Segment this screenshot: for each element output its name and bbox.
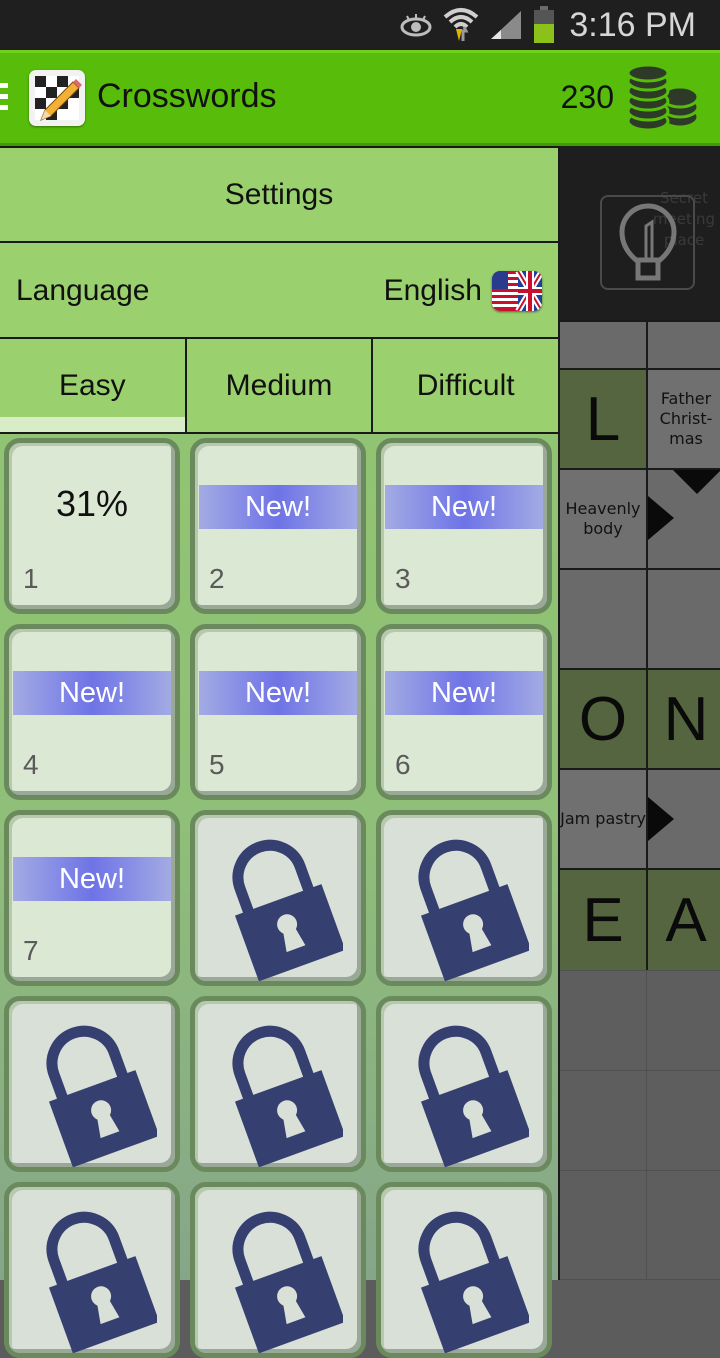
new-badge: New! bbox=[385, 485, 543, 529]
puzzle-cell[interactable] bbox=[646, 568, 720, 670]
lock-icon bbox=[37, 1019, 160, 1167]
clue-cell[interactable]: Heavenly body bbox=[558, 468, 648, 570]
puzzle-tile-locked[interactable] bbox=[190, 996, 366, 1172]
coin-stack-icon[interactable] bbox=[626, 65, 702, 131]
puzzle-cell[interactable] bbox=[646, 970, 720, 1072]
hint-button[interactable] bbox=[600, 195, 695, 290]
puzzle-cell[interactable] bbox=[558, 1170, 648, 1280]
puzzle-cell[interactable] bbox=[646, 320, 720, 370]
puzzle-tile-6[interactable]: New! 6 bbox=[376, 624, 552, 800]
difficulty-tabs: Easy Medium Difficult bbox=[0, 337, 558, 434]
crossword-logo-icon[interactable] bbox=[29, 70, 85, 126]
lock-icon bbox=[409, 833, 532, 981]
puzzle-tile-locked[interactable] bbox=[4, 1182, 180, 1358]
puzzle-cell[interactable] bbox=[558, 568, 648, 670]
new-badge: New! bbox=[199, 485, 357, 529]
new-badge: New! bbox=[13, 671, 171, 715]
battery-icon bbox=[534, 6, 555, 43]
puzzle-number: 4 bbox=[23, 749, 39, 780]
puzzle-cell-solved[interactable]: N bbox=[646, 668, 720, 770]
app-title: Crosswords bbox=[97, 77, 277, 115]
puzzle-tile-locked[interactable] bbox=[376, 996, 552, 1172]
puzzle-tile-2[interactable]: New! 2 bbox=[190, 438, 366, 614]
hamburger-icon[interactable] bbox=[0, 83, 10, 113]
language-value: English bbox=[383, 273, 482, 307]
clue-cell[interactable]: Jam pastry bbox=[558, 768, 648, 870]
puzzle-tile-1[interactable]: 31% 1 bbox=[4, 438, 180, 614]
status-time: 3:16 PM bbox=[569, 5, 696, 44]
tab-difficult-label: Difficult bbox=[416, 368, 515, 402]
puzzle-tile-locked[interactable] bbox=[376, 810, 552, 986]
puzzle-cell[interactable] bbox=[558, 1070, 648, 1172]
wifi-icon bbox=[444, 8, 479, 41]
arrow-right-icon bbox=[648, 496, 674, 540]
us-uk-flag-icon bbox=[492, 270, 542, 311]
puzzle-cell-solved[interactable]: A bbox=[646, 868, 720, 972]
signal-icon bbox=[491, 11, 522, 39]
eye-icon bbox=[400, 14, 432, 37]
tab-easy[interactable]: Easy bbox=[0, 339, 187, 432]
arrow-down-icon bbox=[673, 470, 720, 494]
lock-icon bbox=[37, 1205, 160, 1353]
language-label: Language bbox=[16, 273, 150, 307]
new-badge: New! bbox=[13, 857, 171, 901]
lightbulb-icon bbox=[618, 203, 677, 280]
puzzle-number: 7 bbox=[23, 935, 39, 966]
puzzle-number: 5 bbox=[209, 749, 225, 780]
status-bar: 3:16 PM bbox=[0, 0, 720, 50]
puzzle-number: 1 bbox=[23, 563, 39, 594]
puzzle-cell-solved[interactable]: E bbox=[558, 868, 648, 972]
puzzle-cell[interactable] bbox=[558, 970, 648, 1072]
puzzle-tile-3[interactable]: New! 3 bbox=[376, 438, 552, 614]
clue-cell[interactable]: Father Christ- mas bbox=[646, 368, 720, 470]
tab-medium-label: Medium bbox=[225, 368, 333, 402]
puzzle-cell-solved[interactable]: L bbox=[558, 368, 648, 470]
new-badge: New! bbox=[199, 671, 357, 715]
puzzle-cell[interactable] bbox=[558, 320, 648, 370]
puzzle-number: 2 bbox=[209, 563, 225, 594]
lock-icon bbox=[409, 1019, 532, 1167]
navigation-drawer: Settings Language English Easy Medium Di… bbox=[0, 146, 560, 1358]
lock-icon bbox=[223, 1019, 346, 1167]
lock-icon bbox=[409, 1205, 532, 1353]
puzzle-tile-locked[interactable] bbox=[190, 810, 366, 986]
arrow-right-icon bbox=[648, 797, 674, 841]
tab-difficult[interactable]: Difficult bbox=[373, 339, 558, 432]
app-bar: Crosswords 230 bbox=[0, 50, 720, 146]
tab-medium[interactable]: Medium bbox=[187, 339, 374, 432]
coins-count: 230 bbox=[560, 79, 614, 115]
puzzle-tile-4[interactable]: New! 4 bbox=[4, 624, 180, 800]
lock-icon bbox=[223, 833, 346, 981]
puzzle-tile-locked[interactable] bbox=[376, 1182, 552, 1358]
puzzle-tile-7[interactable]: New! 7 bbox=[4, 810, 180, 986]
puzzle-number: 3 bbox=[395, 563, 411, 594]
progress-percent: 31% bbox=[55, 483, 129, 524]
selected-tab-indicator bbox=[0, 417, 185, 432]
settings-label: Settings bbox=[224, 178, 334, 211]
puzzle-cell[interactable] bbox=[646, 1070, 720, 1172]
puzzle-number: 6 bbox=[395, 749, 411, 780]
tab-easy-label: Easy bbox=[58, 368, 126, 402]
new-badge: New! bbox=[385, 671, 543, 715]
settings-button[interactable]: Settings bbox=[0, 146, 558, 242]
puzzle-cell-solved[interactable]: O bbox=[558, 668, 648, 770]
lock-icon bbox=[223, 1205, 346, 1353]
puzzle-cell[interactable] bbox=[646, 1170, 720, 1280]
puzzle-tile-locked[interactable] bbox=[4, 996, 180, 1172]
puzzle-tile-5[interactable]: New! 5 bbox=[190, 624, 366, 800]
language-selector[interactable]: Language English bbox=[0, 241, 558, 338]
puzzle-tile-locked[interactable] bbox=[190, 1182, 366, 1358]
